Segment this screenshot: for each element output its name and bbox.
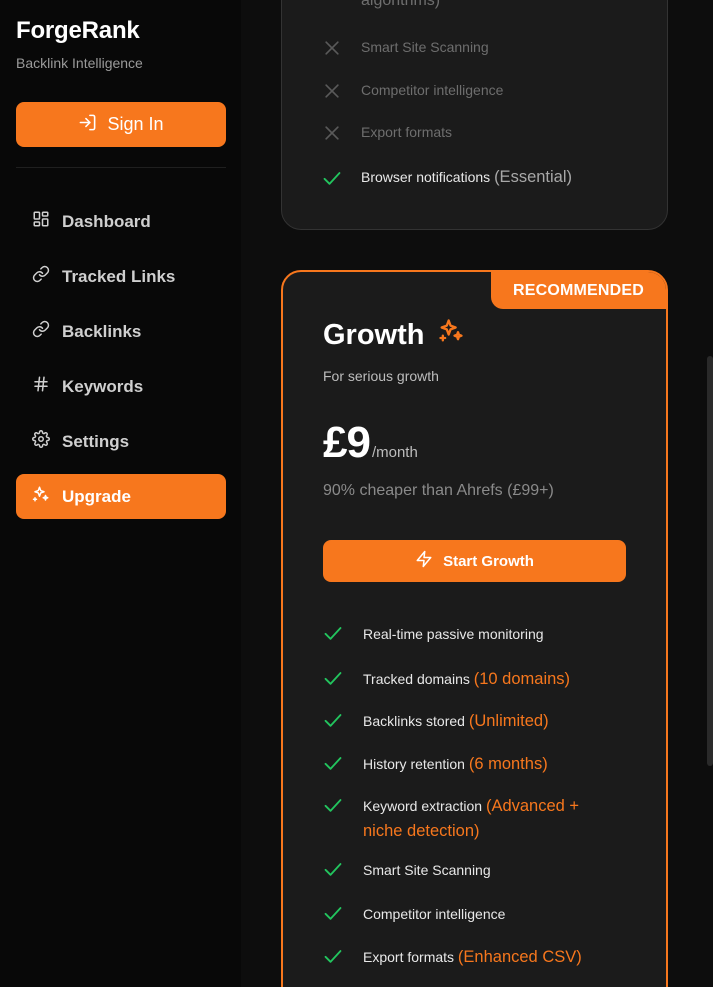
growth-plan-card: RECOMMENDED Growth For serious growth £9… bbox=[281, 270, 668, 987]
feature-note: (Essential) bbox=[494, 168, 573, 186]
feature-label: Smart Site Scanning bbox=[361, 39, 489, 55]
recommended-badge: RECOMMENDED bbox=[491, 272, 666, 309]
check-icon bbox=[323, 710, 343, 730]
check-icon bbox=[323, 623, 343, 643]
feature-note: (Enhanced CSV) bbox=[457, 948, 582, 966]
feature-label: algorithms) bbox=[361, 0, 441, 9]
sign-in-label: Sign In bbox=[107, 114, 164, 134]
feature-item: Real-time passive monitoring bbox=[323, 622, 623, 647]
gear-icon bbox=[32, 430, 50, 453]
sidebar-item-tracked-links[interactable]: Tracked Links bbox=[16, 254, 226, 299]
sparkles-icon bbox=[437, 317, 465, 353]
feature-label: Competitor intelligence bbox=[363, 906, 506, 922]
sidebar-item-label: Settings bbox=[62, 431, 130, 451]
sparkles-icon bbox=[32, 485, 50, 508]
link-icon bbox=[32, 320, 50, 343]
feature-item: Browser notifications (Essential) bbox=[322, 165, 572, 190]
feature-label: Browser notifications bbox=[361, 169, 491, 185]
sidebar-item-settings[interactable]: Settings bbox=[16, 419, 226, 464]
scrollbar-thumb[interactable] bbox=[707, 356, 713, 766]
sidebar-item-upgrade[interactable]: Upgrade bbox=[16, 474, 226, 519]
feature-item: algorithms) bbox=[322, 0, 440, 13]
plan-name: Growth bbox=[323, 317, 465, 353]
feature-label: Competitor intelligence bbox=[361, 82, 504, 98]
feature-label: Tracked domains bbox=[363, 671, 470, 687]
check-icon bbox=[323, 753, 343, 773]
link-icon bbox=[32, 265, 50, 288]
sign-in-button[interactable]: Sign In bbox=[16, 102, 226, 147]
check-icon bbox=[323, 903, 343, 923]
sidebar-item-label: Upgrade bbox=[62, 486, 131, 506]
cross-icon bbox=[322, 123, 342, 143]
feature-item: Backlinks stored (Unlimited) bbox=[323, 709, 623, 734]
feature-label: History retention bbox=[363, 756, 465, 772]
feature-item: Smart Site Scanning bbox=[323, 858, 623, 883]
check-icon bbox=[323, 946, 343, 966]
feature-note: (6 months) bbox=[468, 755, 548, 773]
feature-note: (Unlimited) bbox=[468, 712, 549, 730]
feature-item: Export formats (Enhanced CSV) bbox=[323, 945, 623, 970]
sidebar-item-backlinks[interactable]: Backlinks bbox=[16, 309, 226, 354]
feature-note: (10 domains) bbox=[473, 670, 571, 688]
brand-subtitle: Backlink Intelligence bbox=[16, 55, 143, 71]
feature-label: Keyword extraction bbox=[363, 798, 483, 814]
sidebar-nav: Dashboard Tracked Links Backlinks Keywor… bbox=[16, 199, 226, 529]
sidebar-item-label: Dashboard bbox=[62, 211, 151, 231]
sidebar-item-keywords[interactable]: Keywords bbox=[16, 364, 226, 409]
feature-label: Smart Site Scanning bbox=[363, 862, 491, 878]
plan-name-text: Growth bbox=[323, 318, 425, 351]
sidebar-divider bbox=[16, 167, 226, 168]
feature-label: Export formats bbox=[361, 124, 453, 140]
sign-in-icon bbox=[78, 113, 97, 137]
plan-tagline: For serious growth bbox=[323, 368, 439, 384]
feature-item: Tracked domains (10 domains) bbox=[323, 667, 623, 692]
check-icon bbox=[323, 859, 343, 879]
plan-price: £9 /month bbox=[323, 418, 418, 468]
cross-icon bbox=[322, 38, 342, 58]
check-icon bbox=[323, 668, 343, 688]
check-icon bbox=[322, 168, 342, 188]
feature-label: Export formats bbox=[363, 949, 455, 965]
lightning-icon bbox=[415, 550, 433, 572]
price-amount: £9 bbox=[323, 418, 371, 467]
feature-item: Keyword extraction (Advanced + niche det… bbox=[323, 794, 623, 844]
sidebar-item-dashboard[interactable]: Dashboard bbox=[16, 199, 226, 244]
sidebar: ForgeRank Backlink Intelligence Sign In … bbox=[0, 0, 241, 987]
price-unit: /month bbox=[371, 444, 418, 461]
feature-item: Export formats bbox=[322, 120, 452, 145]
cross-icon bbox=[322, 81, 342, 101]
feature-item: Competitor intelligence bbox=[323, 902, 623, 927]
feature-item: Smart Site Scanning bbox=[322, 35, 489, 60]
grid-icon bbox=[32, 210, 50, 233]
price-note: 90% cheaper than Ahrefs (£99+) bbox=[323, 482, 554, 499]
feature-label: Real-time passive monitoring bbox=[363, 626, 544, 642]
previous-plan-card: algorithms) Smart Site Scanning Competit… bbox=[281, 0, 668, 230]
hash-icon bbox=[32, 375, 50, 398]
brand-title: ForgeRank bbox=[16, 17, 140, 44]
pricing-main: algorithms) Smart Site Scanning Competit… bbox=[241, 0, 713, 987]
sidebar-item-label: Backlinks bbox=[62, 321, 142, 341]
feature-label: Backlinks stored bbox=[363, 713, 465, 729]
sidebar-item-label: Keywords bbox=[62, 376, 144, 396]
feature-item: History retention (6 months) bbox=[323, 752, 623, 777]
sidebar-item-label: Tracked Links bbox=[62, 266, 176, 286]
feature-item: Competitor intelligence bbox=[322, 78, 503, 103]
check-icon bbox=[323, 795, 343, 815]
start-growth-button[interactable]: Start Growth bbox=[323, 540, 626, 582]
blank-icon bbox=[322, 0, 342, 11]
start-growth-label: Start Growth bbox=[443, 552, 534, 570]
